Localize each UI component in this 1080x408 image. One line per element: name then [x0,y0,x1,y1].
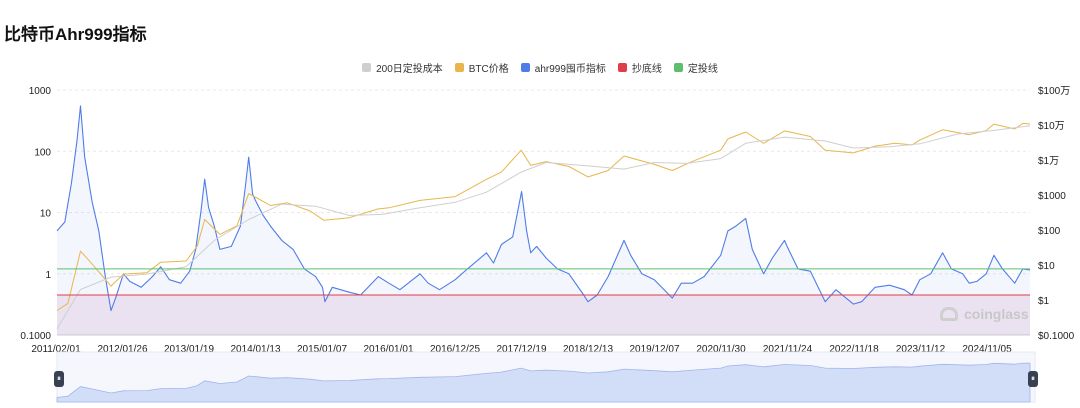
left-tick-label: 100 [34,147,51,158]
navigator-left-handle[interactable]: ⏸ [54,371,64,387]
ahr999-chart[interactable]: 1000 100 10 1 0.1000 $100万 $10万 $1万 $1000 $100 $10… [0,0,1080,408]
series-area-ahr999囤币指标 [57,105,1030,336]
left-tick-label: 10 [40,209,52,220]
left-tick-label: 0.1000 [20,331,51,342]
right-tick-label: $100万 [1038,86,1070,97]
watermark-text: coinglass [964,306,1029,322]
navigator-right-handle[interactable]: ⏸ [1028,371,1038,387]
right-tick-label: $1000 [1038,191,1066,202]
right-tick-label: $10 [1038,261,1055,272]
coinglass-watermark: coinglass [940,306,1029,322]
right-tick-label: $10万 [1038,121,1065,132]
right-tick-label: $100 [1038,226,1061,237]
right-tick-label: $1万 [1038,156,1059,167]
right-tick-label: $0.1000 [1038,331,1075,342]
coinglass-logo-icon [940,307,958,321]
left-tick-label: 1000 [29,86,52,97]
right-tick-label: $1 [1038,296,1050,307]
left-tick-label: 1 [45,270,51,281]
